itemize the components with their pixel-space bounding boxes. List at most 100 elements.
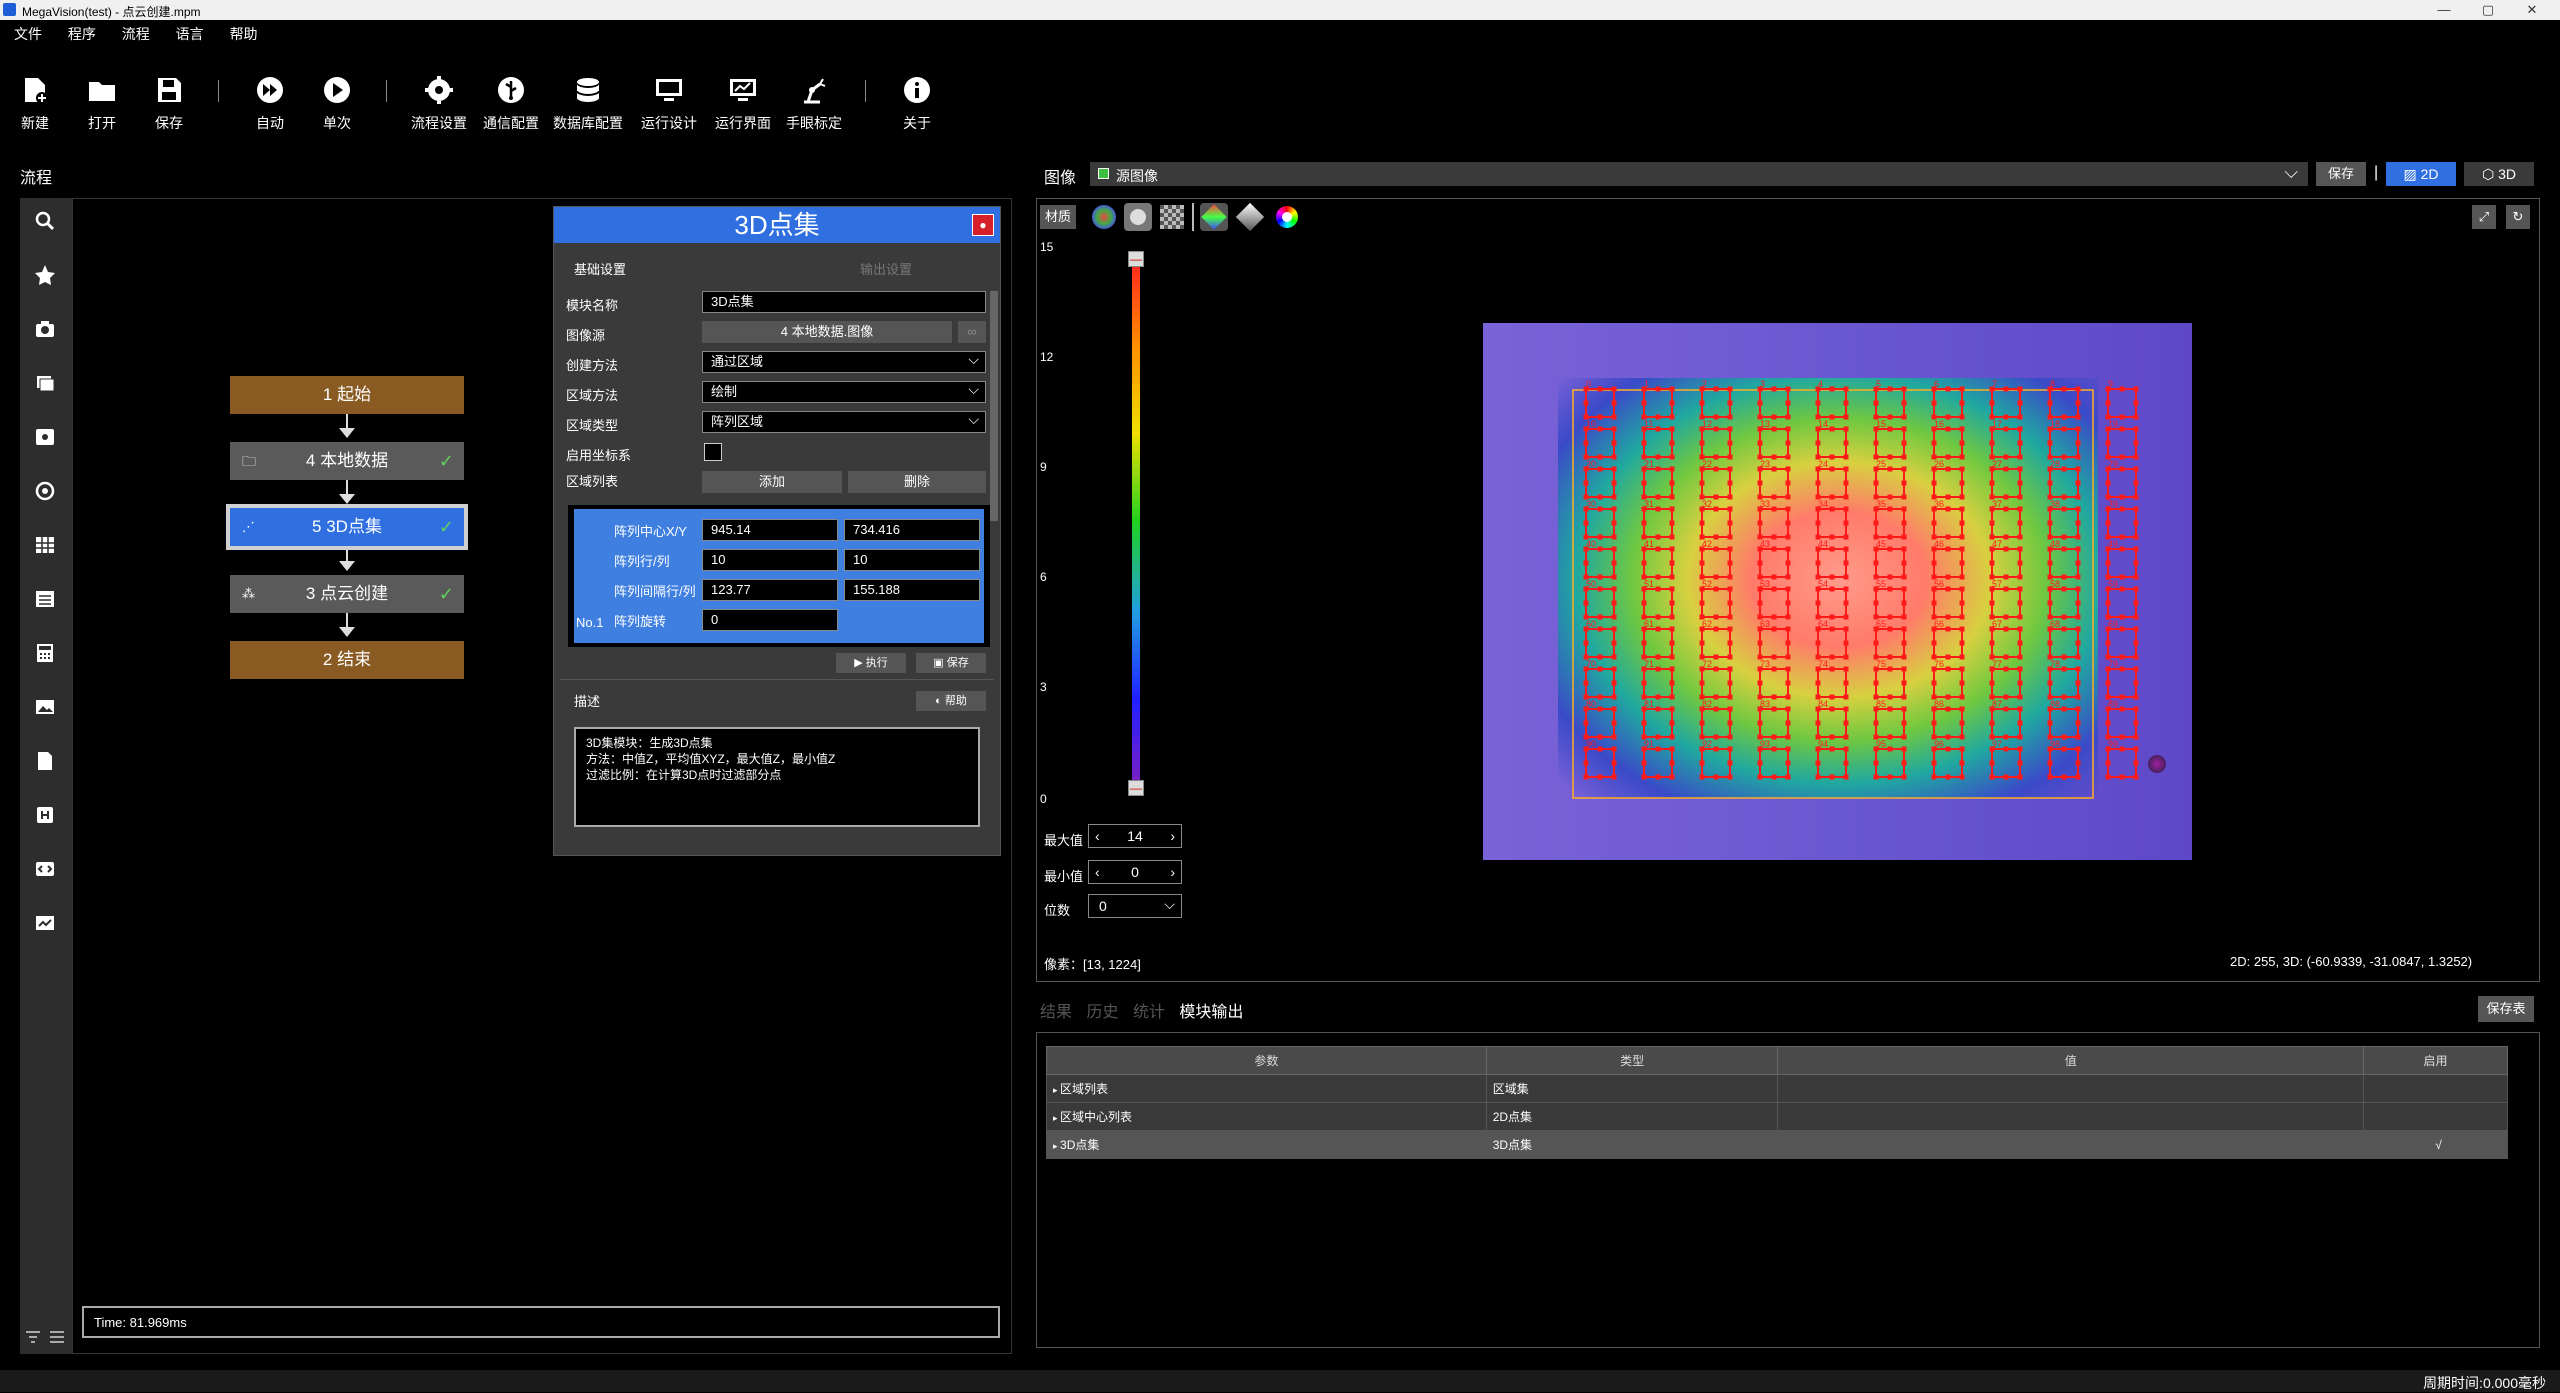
array-region-cell[interactable] [2049, 428, 2079, 458]
array-region-cell[interactable] [1643, 668, 1673, 698]
array-region-cell[interactable] [2107, 508, 2137, 538]
camera-icon[interactable] [34, 318, 56, 340]
array-region-cell[interactable] [1643, 708, 1673, 738]
array-region-cell[interactable] [1817, 548, 1847, 578]
render-mode-icon[interactable] [1200, 203, 1228, 231]
array-region-cell[interactable] [1701, 428, 1731, 458]
array-region-cell[interactable] [1585, 708, 1615, 738]
dialog-save-button[interactable]: ▣ 保存 [916, 653, 986, 673]
array-spacing-col-field[interactable]: 155.188 [844, 579, 980, 601]
array-region-cell[interactable] [2107, 388, 2137, 418]
array-region-cell[interactable] [1875, 428, 1905, 458]
array-region-cell[interactable] [1875, 388, 1905, 418]
array-region-cell[interactable] [1817, 588, 1847, 618]
array-region-cell[interactable] [1991, 428, 2021, 458]
array-region-cell[interactable] [1585, 628, 1615, 658]
table-row[interactable]: ▸ 区域中心列表 2D点集 [1046, 1102, 2508, 1131]
menu-list-icon[interactable] [48, 1328, 66, 1346]
array-region-cell[interactable] [1991, 748, 2021, 778]
column-header[interactable]: 值 [1777, 1046, 2365, 1075]
array-region-cell[interactable] [1991, 388, 2021, 418]
array-region-cell[interactable] [1875, 708, 1905, 738]
about-button[interactable]: 关于 [882, 74, 952, 138]
array-region-cell[interactable] [1585, 548, 1615, 578]
array-region-cell[interactable] [1701, 588, 1731, 618]
array-region-cell[interactable] [1875, 548, 1905, 578]
array-region-cell[interactable] [1991, 588, 2021, 618]
array-region-cell[interactable] [1817, 668, 1847, 698]
layers-icon[interactable] [34, 372, 56, 394]
array-region-cell[interactable] [1643, 468, 1673, 498]
comm-config-button[interactable]: 通信配置 [476, 74, 546, 138]
region-type-select[interactable]: 阵列区域 [702, 409, 986, 433]
array-region-cell[interactable] [1991, 468, 2021, 498]
new-button[interactable]: 新建 [0, 74, 70, 138]
column-header[interactable]: 类型 [1485, 1046, 1779, 1075]
array-region-cell[interactable] [1817, 748, 1847, 778]
grid-icon[interactable] [34, 534, 56, 556]
array-region-cell[interactable] [2107, 708, 2137, 738]
array-rows-field[interactable]: 10 [702, 549, 838, 571]
array-region-cell[interactable] [1875, 668, 1905, 698]
array-region-cell[interactable] [1585, 668, 1615, 698]
array-region-cell[interactable] [1817, 388, 1847, 418]
image-source-select[interactable]: 4 本地数据.图像 [702, 321, 952, 343]
flow-node-local-data[interactable]: 🗀 4 本地数据 ✓ [230, 442, 464, 480]
digits-select[interactable]: 0 ⌵ [1088, 894, 1182, 918]
array-region-cell[interactable] [1933, 428, 1963, 458]
array-region-cell[interactable] [1643, 748, 1673, 778]
tab-output-settings[interactable]: 输出设置 [860, 259, 912, 278]
array-region-cell[interactable] [2049, 668, 2079, 698]
array-region-cell[interactable] [1817, 428, 1847, 458]
mode-2d-button[interactable]: ▨ 2D [2386, 162, 2456, 186]
target-icon[interactable] [34, 480, 56, 502]
array-region-cell[interactable] [1933, 508, 1963, 538]
code-icon[interactable] [34, 858, 56, 880]
open-button[interactable]: 打开 [67, 74, 137, 138]
array-region-cell[interactable] [1585, 428, 1615, 458]
flow-node-pointcloud-create[interactable]: ⁂ 3 点云创建 ✓ [230, 575, 464, 613]
array-region-cell[interactable] [2107, 468, 2137, 498]
array-region-cell[interactable] [1933, 548, 1963, 578]
array-region-cell[interactable] [1875, 508, 1905, 538]
array-region-cell[interactable] [1759, 428, 1789, 458]
array-region-cell[interactable] [1933, 588, 1963, 618]
fullscreen-icon[interactable]: ⤢ [2472, 205, 2496, 229]
coord-system-checkbox[interactable] [704, 443, 722, 461]
minimize-button[interactable]: — [2424, 1, 2464, 19]
menu-help[interactable]: 帮助 [230, 24, 258, 44]
array-region-cell[interactable] [1585, 588, 1615, 618]
array-region-cell[interactable] [1643, 508, 1673, 538]
array-region-cell[interactable] [1817, 708, 1847, 738]
enabled-cell[interactable] [2363, 1102, 2508, 1131]
material-button[interactable]: 材质 [1040, 205, 1076, 229]
array-region-cell[interactable] [1701, 708, 1731, 738]
image-recognition-icon[interactable] [34, 426, 56, 448]
array-region-cell[interactable] [2107, 748, 2137, 778]
link-icon[interactable]: ∞ [958, 321, 986, 343]
array-cols-field[interactable]: 10 [844, 549, 980, 571]
array-region-cell[interactable] [1991, 628, 2021, 658]
array-region-cell[interactable] [1759, 708, 1789, 738]
tab-history[interactable]: 历史 [1086, 1004, 1118, 1021]
array-region-cell[interactable] [2049, 588, 2079, 618]
array-region-cell[interactable] [2049, 468, 2079, 498]
array-region-cell[interactable] [1701, 548, 1731, 578]
array-region-cell[interactable] [1701, 668, 1731, 698]
help-button[interactable]: ◐ 帮助 [916, 691, 986, 711]
chevron-right-icon[interactable]: › [1170, 861, 1175, 883]
menu-flow[interactable]: 流程 [122, 24, 150, 44]
array-region-cell[interactable] [1701, 508, 1731, 538]
colormap-icon[interactable] [1092, 205, 1116, 229]
chevron-left-icon[interactable]: ‹ [1095, 861, 1100, 883]
chevron-left-icon[interactable]: ‹ [1095, 825, 1100, 847]
shading-active-icon[interactable] [1124, 203, 1152, 231]
array-spacing-row-field[interactable]: 123.77 [702, 579, 838, 601]
array-region-cell[interactable] [1585, 508, 1615, 538]
column-header[interactable]: 参数 [1046, 1046, 1487, 1075]
region-method-select[interactable]: 绘制 [702, 379, 986, 403]
array-region-cell[interactable] [1875, 748, 1905, 778]
array-region-cell[interactable] [1991, 668, 2021, 698]
region-item-selected[interactable]: 阵列中心X/Y 945.14 734.416 阵列行/列 10 10 阵列间隔行… [574, 509, 984, 643]
array-region-cell[interactable] [1933, 668, 1963, 698]
